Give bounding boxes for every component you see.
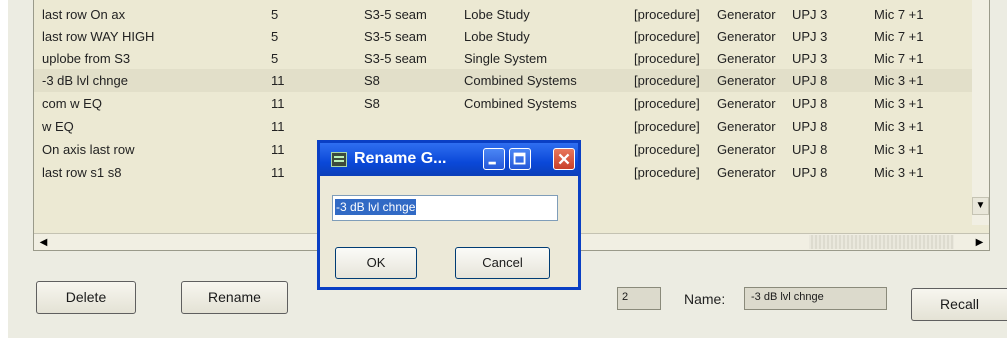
table-row[interactable]: -3 dB lvl chnge 11 S8 Combined Systems [proc… [34,69,989,92]
cell-generator: Generator [717,7,776,22]
cell-speaker: UPJ 3 [792,7,828,22]
cell-name: w EQ [42,119,74,134]
cell-generator: Generator [717,96,776,111]
maximize-button[interactable] [509,148,531,170]
cell-generator: Generator [717,51,776,66]
dialog-title: Rename G... [354,150,447,167]
cell-number: 5 [271,29,279,44]
rename-input[interactable]: -3 dB lvl chnge [332,195,558,221]
cell-method: [procedure] [634,7,700,22]
scroll-right-button[interactable]: ▶ [971,235,988,250]
cell-type: Lobe Study [464,7,530,22]
scroll-down-button[interactable]: ▼ [972,197,989,215]
cell-mic: Mic 3 +1 [874,96,924,111]
cell-number: 5 [271,7,279,22]
cell-method: [procedure] [634,51,700,66]
cell-speaker: UPJ 3 [792,29,828,44]
app-icon [331,152,347,167]
minimize-button[interactable] [483,148,505,170]
cell-speaker: UPJ 8 [792,119,828,134]
cell-generator: Generator [717,165,776,180]
cell-method: [procedure] [634,142,700,157]
name-field[interactable]: -3 dB lvl chnge [744,287,887,310]
cell-source: S3-5 seam [364,29,427,44]
table-row[interactable]: uplobe from S3 5 S3-5 seam Single System [pr… [34,47,989,70]
cancel-button[interactable]: Cancel [455,247,550,279]
table-row[interactable]: last row On ax 5 S3-5 seam Lobe Study [proce… [34,3,989,26]
cell-number: 11 [271,96,285,111]
cell-speaker: UPJ 8 [792,165,828,180]
cell-generator: Generator [717,142,776,157]
arrow-left-icon: ◀ [39,237,48,248]
close-icon [558,153,570,165]
cell-number: 11 [271,165,285,180]
table-row[interactable]: last row WAY HIGH 5 S3-5 seam Lobe Study [pr… [34,25,989,48]
arrow-down-icon: ▼ [975,200,986,211]
cell-generator: Generator [717,119,776,134]
maximize-icon [513,152,526,165]
recall-button[interactable]: Recall [911,288,1007,321]
cell-mic: Mic 3 +1 [874,119,924,134]
table-row[interactable]: com w EQ 11 S8 Combined Systems [procedure] G… [34,92,989,115]
close-button[interactable] [553,148,575,170]
cell-mic: Mic 3 +1 [874,73,924,88]
cell-name: uplobe from S3 [42,51,131,66]
table-row[interactable]: w EQ 11 [procedure] Generator UPJ 8 Mic 3 +1 [34,115,989,138]
arrow-right-icon: ▶ [975,237,984,248]
cell-number: 11 [271,142,285,157]
cell-method: [procedure] [634,165,700,180]
cell-mic: Mic 7 +1 [874,29,924,44]
cell-method: [procedure] [634,73,700,88]
vertical-scrollbar[interactable] [972,0,989,225]
cell-type: Single System [464,51,548,66]
cell-number: 11 [271,73,285,88]
cell-generator: Generator [717,29,776,44]
ok-button[interactable]: OK [335,247,417,279]
delete-button[interactable]: Delete [36,281,136,314]
cell-source: S3-5 seam [364,51,427,66]
rename-input-text: -3 dB lvl chnge [335,199,417,215]
cell-source: S3-5 seam [364,7,427,22]
scroll-left-button[interactable]: ◀ [35,235,52,250]
cell-mic: Mic 7 +1 [874,7,924,22]
cell-generator: Generator [717,73,776,88]
cell-name: last row On ax [42,7,126,22]
cell-mic: Mic 3 +1 [874,142,924,157]
cell-name: On axis last row [42,142,135,157]
cell-mic: Mic 7 +1 [874,51,924,66]
cell-name: -3 dB lvl chnge [42,73,128,88]
left-edge [0,0,8,338]
cell-method: [procedure] [634,29,700,44]
cell-speaker: UPJ 8 [792,96,828,111]
minimize-icon [488,161,496,165]
cell-mic: Mic 3 +1 [874,165,924,180]
horizontal-scroll-thumb[interactable] [809,235,954,249]
cell-speaker: UPJ 8 [792,142,828,157]
index-field[interactable]: 2 [617,287,661,310]
cell-source: S8 [364,96,380,111]
rename-button[interactable]: Rename [181,281,288,314]
cell-method: [procedure] [634,96,700,111]
cell-name: com w EQ [42,96,102,111]
cell-speaker: UPJ 3 [792,51,828,66]
rename-dialog: Rename G... -3 dB lvl chnge OK Cancel [317,140,581,290]
cell-source: S8 [364,73,380,88]
cell-method: [procedure] [634,119,700,134]
cell-type: Combined Systems [464,96,577,111]
cell-speaker: UPJ 8 [792,73,828,88]
cell-name: last row WAY HIGH [42,29,155,44]
cell-number: 11 [271,119,285,134]
cell-name: last row s1 s8 [42,165,122,180]
cell-type: Combined Systems [464,73,577,88]
cell-type: Lobe Study [464,29,530,44]
dialog-titlebar[interactable]: Rename G... [320,143,578,176]
name-label: Name: [684,291,726,307]
cell-number: 5 [271,51,279,66]
